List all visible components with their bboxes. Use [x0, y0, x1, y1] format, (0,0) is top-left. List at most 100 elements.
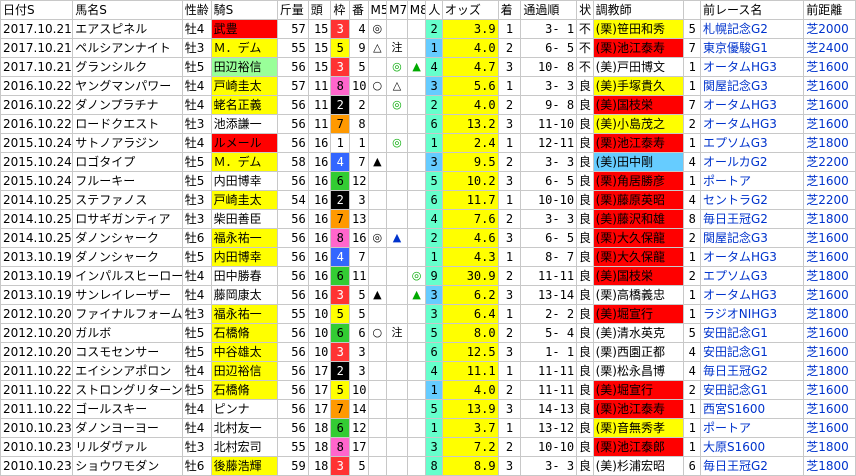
extra-number-cell: 4: [683, 361, 701, 381]
table-row[interactable]: 2015.10.24 ロゴタイプ 牡5 Ｍ．デム 58 16 4 7 ▲ 3 9.5 2 3- 3 良 (美…: [0, 152, 856, 172]
finish-cell: 3: [497, 399, 522, 419]
header-cell[interactable]: 状: [576, 0, 594, 20]
gate-cell: 2: [330, 361, 350, 381]
table-row[interactable]: 2016.10.22 ダノンプラチナ 牡4 蛯名正義 56 11 2 2 ◎ 2 4.0 2 9- 8良…: [0, 95, 856, 115]
header-cell[interactable]: 調教師: [592, 0, 685, 20]
header-cell[interactable]: 枠: [330, 0, 350, 20]
header-cell[interactable]: 性齢: [181, 0, 212, 20]
sex-age-cell: 牡3: [181, 38, 212, 58]
header-cell[interactable]: 人: [425, 0, 443, 20]
mark5-cell: [367, 190, 388, 210]
header-cell[interactable]: オッズ: [441, 0, 499, 20]
weight-cell: 56: [276, 361, 309, 381]
table-row[interactable]: 2013.10.19 サンレイレーザー 牡4 藤岡康太 56 16 3 5 ▲ ▲ 3 6.2 3 13-…: [0, 285, 856, 305]
sex-age-cell: 牡5: [181, 152, 212, 172]
header-cell[interactable]: 前レース名: [699, 0, 805, 20]
jockey-cell: 池添謙一: [210, 114, 278, 134]
track-condition-cell: 良: [576, 152, 594, 172]
popularity-cell: 4: [425, 57, 443, 77]
previous-distance-cell: 芝1600: [803, 247, 856, 267]
table-row[interactable]: 2016.10.22 ロードクエスト 牡3 池添謙一 56 11 7 8 6 13.2 3 11-10…: [0, 114, 856, 134]
finish-cell: 3: [497, 228, 522, 248]
header-cell[interactable]: 日付S: [0, 0, 74, 20]
jockey-cell: 藤岡康太: [210, 285, 278, 305]
table-row[interactable]: 2011.10.22 ストロングリターン 牡5 石橋脩 56 17 5 10 1 4.0 2 11-1…: [0, 380, 856, 400]
table-row[interactable]: 2015.10.24 フルーキー 牡5 内田博幸 56 16 6 12 5 10.2 3 6- 5 良(…: [0, 171, 856, 191]
table-row[interactable]: 2011.10.22 ゴールスキー 牡4 ピンナ 56 17 7 14 5 13.9 3 14-13 良…: [0, 399, 856, 419]
previous-distance-cell: 芝1800: [803, 209, 856, 229]
table-row[interactable]: 2014.10.25 ステファノス 牡3 戸崎圭太 54 16 2 3 6 11.7 1 10-10 良…: [0, 190, 856, 210]
table-row[interactable]: 2015.10.24 サトノアラジン 牡4 ルメール 56 16 1 1 ◎ 1 2.4 1 12-11…: [0, 133, 856, 153]
table-row[interactable]: 2010.10.23 ダノンヨーヨー 牡4 北村友一 56 18 6 12 1 3.7 1 13-12…: [0, 418, 856, 438]
previous-distance-cell: 芝2000: [803, 19, 856, 39]
table-row[interactable]: 2016.10.22 ヤングマンパワー 牡4 戸崎圭太 57 11 8 10 ○ △ 3 5.6 1 3-…: [0, 76, 856, 96]
track-condition-cell: 良: [576, 209, 594, 229]
date-cell: 2015.10.24: [0, 171, 74, 191]
mark8-cell: [406, 76, 427, 96]
popularity-cell: 6: [425, 342, 443, 362]
popularity-cell: 6: [425, 190, 443, 210]
previous-distance-cell: 芝1600: [803, 399, 856, 419]
horse-name-cell: インパルスヒーロー: [72, 266, 183, 286]
finish-cell: 3: [497, 342, 522, 362]
previous-distance-cell: 芝1600: [803, 95, 856, 115]
mark8-cell: [406, 190, 427, 210]
horse-number-cell: 3: [348, 361, 369, 381]
header-cell[interactable]: M7: [386, 0, 408, 20]
table-row[interactable]: 2014.10.25 ロサギガンティア 牡3 柴田善臣 56 16 7 13 4 7.6 2 3- 3…: [0, 209, 856, 229]
mark7-cell: [386, 152, 408, 172]
previous-race-cell: セントラG2: [699, 190, 805, 210]
gate-cell: 5: [330, 38, 350, 58]
previous-distance-cell: 芝2200: [803, 152, 856, 172]
table-row[interactable]: 2013.10.19 ダノンシャーク 牡5 内田博幸 56 16 4 7 1 4.3 1 8- 7 良(…: [0, 247, 856, 267]
field-size-cell: 11: [307, 76, 332, 96]
finish-cell: 1: [497, 247, 522, 267]
date-cell: 2010.10.23: [0, 456, 74, 476]
track-condition-cell: 良: [576, 133, 594, 153]
odds-cell: 3.7: [441, 418, 499, 438]
mark7-cell: [386, 19, 408, 39]
header-cell[interactable]: 馬名S: [72, 0, 183, 20]
header-cell[interactable]: 通過順: [520, 0, 578, 20]
mark5-cell: [367, 266, 388, 286]
horse-name-cell: ショウワモダン: [72, 456, 183, 476]
gate-cell: 4: [330, 247, 350, 267]
table-row[interactable]: 2014.10.25 ダノンシャーク 牡6 福永祐一 56 16 8 16 ◎ ▲ 2 4.6 3 6- …: [0, 228, 856, 248]
mark7-cell: ◎: [386, 133, 408, 153]
header-cell[interactable]: M8: [406, 0, 427, 20]
finish-cell: 2: [497, 266, 522, 286]
trainer-cell: (美)清水英克: [592, 323, 685, 343]
field-size-cell: 17: [307, 380, 332, 400]
finish-cell: 2: [497, 95, 522, 115]
table-row[interactable]: 2012.10.20 コスモセンサー 牡5 中谷雄太 56 10 3 3 6 12.5 3 1- 1良…: [0, 342, 856, 362]
header-cell[interactable]: M5: [367, 0, 388, 20]
table-row[interactable]: 2017.10.21 グランシルク 牡5 田辺裕信 56 15 3 5 ◎ ▲ 4 4.7 3 10- 8…: [0, 57, 856, 77]
header-cell[interactable]: [683, 0, 701, 20]
header-cell[interactable]: 番: [348, 0, 369, 20]
field-size-cell: 10: [307, 304, 332, 324]
finish-cell: 3: [497, 171, 522, 191]
track-condition-cell: 良: [576, 228, 594, 248]
header-cell[interactable]: 斤量: [276, 0, 309, 20]
weight-cell: 56: [276, 171, 309, 191]
header-cell[interactable]: 着: [497, 0, 522, 20]
header-cell[interactable]: 頭: [307, 0, 332, 20]
table-row[interactable]: 2010.10.23 リルダヴァル 牡3 北村宏司 55 18 8 17 3 7.2 2 10-10 良…: [0, 437, 856, 457]
field-size-cell: 17: [307, 361, 332, 381]
popularity-cell: 1: [425, 418, 443, 438]
field-size-cell: 16: [307, 247, 332, 267]
table-row[interactable]: 2012.10.20 ガルボ 牡5 石橋脩 56 10 6 6 ○ 注 5 8.0 2 5- 4 良 (美)清…: [0, 323, 856, 343]
previous-race-cell: 東京優駿G1: [699, 38, 805, 58]
table-row[interactable]: 2011.10.22 エイシンアポロン 牡4 田辺裕信 56 17 2 3 4 11.1 1 11-1…: [0, 361, 856, 381]
track-condition-cell: 良: [576, 76, 594, 96]
horse-name-cell: ダノンシャーク: [72, 228, 183, 248]
previous-distance-cell: 芝1600: [803, 380, 856, 400]
header-cell[interactable]: 前距離: [803, 0, 856, 20]
table-row[interactable]: 2012.10.20 ファイナルフォーム 牡3 福永祐一 55 10 5 5 3 6.4 1 2- 2…: [0, 304, 856, 324]
table-row[interactable]: 2010.10.23 ショウワモダン 牡6 後藤浩輝 59 18 3 5 8 8.9 3 3- 3 良(…: [0, 456, 856, 476]
table-row[interactable]: 2017.10.21 ペルシアンナイト 牡3 Ｍ．デム 55 15 5 9 △ 注 1 4.0 2 6- …: [0, 38, 856, 58]
table-row[interactable]: 2013.10.19 インパルスヒーロー 牡4 田中勝春 56 16 6 11 ◎ 9 30.9 2 1…: [0, 266, 856, 286]
gate-cell: 8: [330, 228, 350, 248]
header-cell[interactable]: 騎S: [210, 0, 278, 20]
table-row[interactable]: 2017.10.21 エアスピネル 牡4 武豊 57 15 3 4 ◎ 2 3.9 1 3- 1 不 (栗)…: [0, 19, 856, 39]
